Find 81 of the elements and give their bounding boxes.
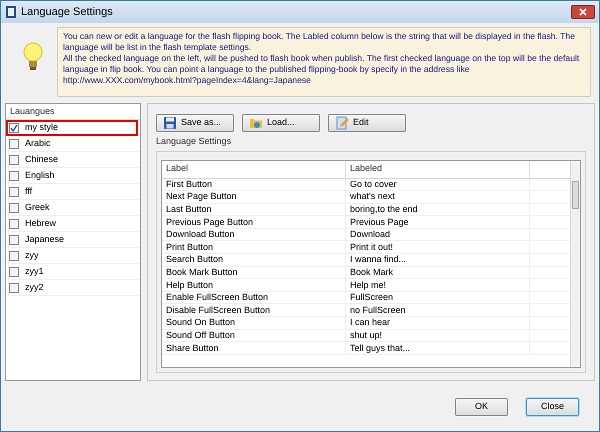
table-cell: Help me!	[346, 279, 530, 291]
table-cell: Enable FullScreen Button	[162, 292, 346, 304]
language-name: English	[25, 168, 55, 182]
language-item[interactable]: zyy2	[6, 280, 140, 296]
language-name: my style	[25, 120, 58, 134]
table-cell: Sound On Button	[162, 317, 346, 329]
table-cell: I can hear	[346, 317, 530, 329]
language-item[interactable]: zyy1	[6, 264, 140, 280]
book-icon	[5, 5, 17, 19]
table-cell: boring,to the end	[346, 204, 530, 216]
table-cell: Download	[346, 228, 530, 240]
table-cell: Print it out!	[346, 241, 530, 254]
checkbox[interactable]	[9, 170, 19, 180]
column-header: Lauangues	[6, 104, 140, 120]
table-cell: Help Button	[162, 279, 346, 291]
check-icon	[10, 124, 18, 132]
language-item[interactable]: Arabic	[6, 136, 140, 152]
checkbox[interactable]	[9, 266, 19, 276]
column-header: Label	[162, 160, 346, 178]
toolbar-button[interactable]: Edit	[328, 114, 406, 132]
table-cell: Tell guys that...	[346, 342, 530, 354]
table-cell: Go to cover	[346, 178, 530, 190]
language-name: Hebrew	[25, 216, 56, 230]
language-name: Japanese	[25, 232, 64, 246]
table-cell: Print Button	[162, 241, 346, 254]
table-cell: no FullScreen	[346, 304, 530, 316]
language-item[interactable]: Greek	[6, 200, 140, 216]
language-name: Arabic	[25, 136, 51, 150]
table-cell: Download Button	[162, 228, 346, 240]
language-item[interactable]: zyy	[6, 248, 140, 264]
table-cell: Book Mark Button	[162, 266, 346, 278]
table-cell: First Button	[162, 178, 346, 190]
language-name: Chinese	[25, 152, 58, 166]
column-header: Labeled	[346, 160, 530, 178]
group-title: Language Settings	[156, 135, 232, 148]
info-text: All the checked language on the left, will be pushed to flash book when publish. The first checked language on the top will be the default language in flip book. You can point a language to the published flipping-book by specify in the address like http://www.XXX.com/mybook.html?pageIndex=4&lang=Japanese	[63, 53, 580, 86]
checkbox[interactable]	[9, 234, 19, 244]
language-name: zyy2	[25, 280, 44, 294]
language-name: zyy1	[25, 264, 44, 278]
language-item[interactable]: Japanese	[6, 232, 140, 248]
toolbar-button[interactable]: Save as...	[156, 114, 234, 132]
table-cell: FullScreen	[346, 292, 530, 304]
checkbox[interactable]	[9, 138, 19, 148]
table-cell: Previous Page Button	[162, 216, 346, 228]
close-button[interactable]	[571, 5, 595, 19]
table-cell: Book Mark	[346, 266, 530, 278]
dialog-button[interactable]: Close	[526, 398, 579, 416]
table-cell: Sound Off Button	[162, 330, 346, 342]
checkbox[interactable]	[9, 122, 19, 132]
language-name: zyy	[25, 248, 38, 262]
scroll-bar[interactable]	[570, 160, 580, 366]
table-cell: Last Button	[162, 204, 346, 216]
checkbox[interactable]	[9, 250, 19, 260]
light-bulb-icon	[22, 41, 44, 73]
language-item[interactable]: English	[6, 168, 140, 184]
language-item[interactable]: fff	[6, 184, 140, 200]
close-icon	[579, 8, 587, 16]
checkbox[interactable]	[9, 282, 19, 292]
table-cell: Search Button	[162, 254, 346, 266]
dialog-button[interactable]: OK	[455, 398, 508, 416]
table-cell: Share Button	[162, 342, 346, 354]
language-item[interactable]: my style	[6, 120, 138, 136]
info-text: You can new or edit a language for the flash flipping book. The Labled column below is the string that will be displayed in the flash. The language will be list in the flash template settings.	[63, 31, 576, 53]
table-cell: I wanna find...	[346, 254, 530, 266]
table-cell: Previous Page	[346, 216, 530, 228]
checkbox[interactable]	[9, 218, 19, 228]
table-cell: Next Page Button	[162, 191, 346, 203]
pencil-paper-icon	[335, 116, 349, 130]
language-name: fff	[25, 184, 32, 198]
language-item[interactable]: Hebrew	[6, 216, 140, 232]
checkbox[interactable]	[9, 154, 19, 164]
table-cell: what's next	[346, 191, 530, 203]
table-cell: Disable FullScreen Button	[162, 304, 346, 316]
toolbar-button[interactable]: Load...	[242, 114, 320, 132]
folder-icon	[249, 116, 263, 130]
table-cell: shut up!	[346, 330, 530, 342]
language-name: Greek	[25, 200, 50, 214]
language-item[interactable]: Chinese	[6, 152, 140, 168]
checkbox[interactable]	[9, 202, 19, 212]
checkbox[interactable]	[9, 186, 19, 196]
window-title: Language Settings	[21, 4, 114, 20]
